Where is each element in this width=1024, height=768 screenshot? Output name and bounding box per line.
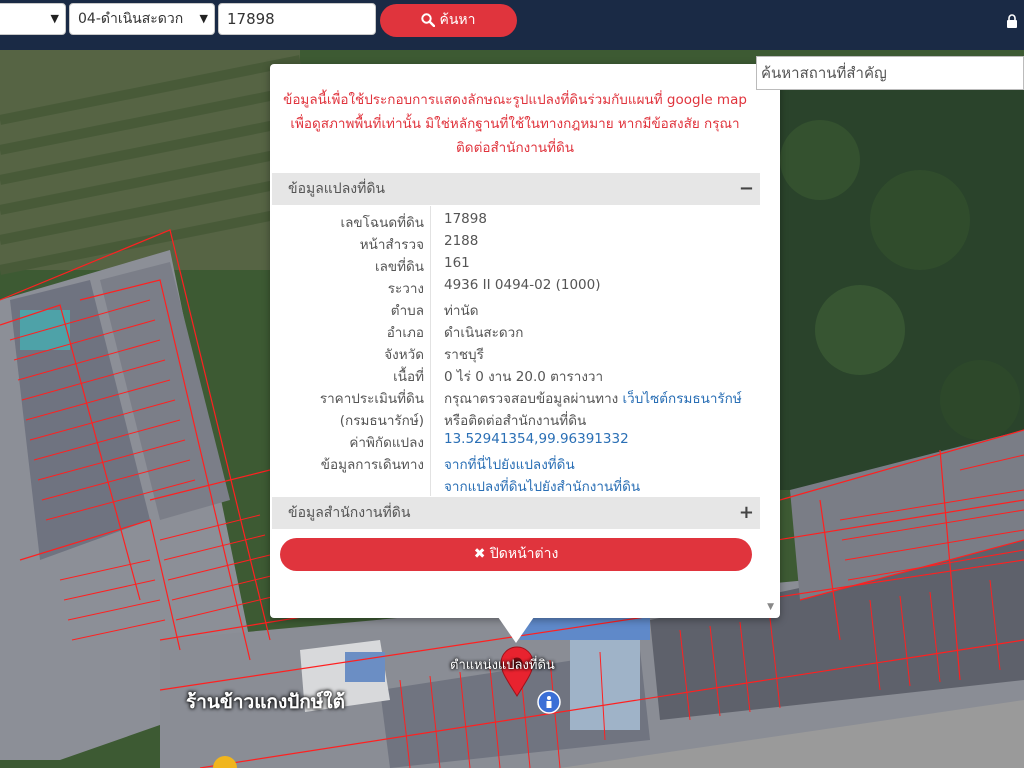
treasury-website-link[interactable]: เว็บไซต์กรมธนารักษ์ bbox=[623, 391, 742, 407]
search-button-label: ค้นหา bbox=[439, 12, 476, 28]
close-button-label: ปิดหน้าต่าง bbox=[489, 546, 559, 562]
info-row: เลขโฉนดที่ดิน 17898 bbox=[272, 208, 760, 231]
coords-row: ค่าพิกัดแปลง 13.52941354,99.96391332 bbox=[272, 428, 760, 451]
office-info-section-header[interactable]: ข้อมูลสำนักงานที่ดิน + bbox=[272, 497, 760, 529]
parcel-info-popup: ข้อมูลนี้เพื่อใช้ประกอบการแสดงลักษณะรูปแ… bbox=[270, 64, 780, 618]
close-icon: ✖ bbox=[473, 546, 490, 562]
search-icon bbox=[421, 13, 436, 28]
popup-pointer bbox=[498, 617, 534, 643]
section-title: ข้อมูลแปลงที่ดิน bbox=[288, 181, 386, 197]
info-row: ระวาง 4936 II 0494-02 (1000) bbox=[272, 274, 760, 297]
top-toolbar: ▼ 04-ดำเนินสะดวก ▼ 17898 ค้นหา bbox=[0, 0, 1024, 50]
notice-line: เพื่อดูสภาพพื้นที่เท่านั้น มิใช่หลักฐานท… bbox=[290, 116, 740, 132]
info-row: หน้าสำรวจ 2188 bbox=[272, 230, 760, 253]
land-info-section-header[interactable]: ข้อมูลแปลงที่ดิน − bbox=[272, 173, 760, 205]
district-select-value: 04-ดำเนินสะดวก bbox=[78, 11, 184, 27]
info-row: เลขที่ดิน 161 bbox=[272, 252, 760, 275]
place-search-input[interactable]: ค้นหาสถานที่สำคัญ bbox=[756, 56, 1024, 90]
collapse-icon[interactable]: − bbox=[739, 173, 754, 205]
close-window-button[interactable]: ✖ ปิดหน้าต่าง bbox=[280, 538, 752, 571]
price-text: กรุณาตรวจสอบข้อมูลผ่านทาง bbox=[444, 391, 623, 407]
price-row: ราคาประเมินที่ดิน กรุณาตรวจสอบข้อมูลผ่าน… bbox=[272, 384, 760, 407]
info-row: ตำบล ท่านัด bbox=[272, 296, 760, 319]
info-row: อำเภอ ดำเนินสะดวก bbox=[272, 318, 760, 341]
travel-row: ข้อมูลการเดินทาง จากที่นี่ไปยังแปลงที่ดิ… bbox=[272, 450, 760, 473]
scroll-down-arrow-icon[interactable]: ▼ bbox=[767, 602, 774, 612]
province-select[interactable]: ▼ bbox=[0, 3, 66, 35]
district-select[interactable]: 04-ดำเนินสะดวก ▼ bbox=[69, 3, 215, 35]
row-value: 4936 II 0494-02 (1000) bbox=[444, 277, 601, 293]
chevron-down-icon: ▼ bbox=[199, 12, 208, 25]
shop-poi-label[interactable]: ร้านข้าวแกงปักษ์ใต้ bbox=[186, 687, 345, 717]
parcel-number-input[interactable]: 17898 bbox=[218, 3, 376, 35]
lock-icon[interactable] bbox=[1006, 14, 1018, 28]
search-button[interactable]: ค้นหา bbox=[380, 4, 517, 37]
directions-to-office-link[interactable]: จากแปลงที่ดินไปยังสำนักงานที่ดิน bbox=[444, 475, 640, 497]
row-value: 17898 bbox=[444, 211, 487, 227]
notice-line: ติดต่อสำนักงานที่ดิน bbox=[456, 140, 574, 156]
info-row: จังหวัด ราชบุรี bbox=[272, 340, 760, 363]
row-value: 2188 bbox=[444, 233, 479, 249]
chevron-down-icon: ▼ bbox=[50, 12, 59, 25]
info-row: เนื้อที่ 0 ไร่ 0 งาน 20.0 ตารางวา bbox=[272, 362, 760, 385]
disclaimer-notice: ข้อมูลนี้เพื่อใช้ประกอบการแสดงลักษณะรูปแ… bbox=[270, 88, 760, 160]
notice-line: ข้อมูลนี้เพื่อใช้ประกอบการแสดงลักษณะรูปแ… bbox=[283, 92, 747, 108]
section-title: ข้อมูลสำนักงานที่ดิน bbox=[288, 505, 411, 521]
pin-label: ตำแหน่งแปลงที่ดิน bbox=[450, 658, 555, 673]
poi-marker-icon[interactable] bbox=[537, 690, 561, 714]
price-row-2: (กรมธนารักษ์) หรือติดต่อสำนักงานที่ดิน bbox=[272, 406, 760, 429]
row-value: 161 bbox=[444, 255, 470, 271]
travel-row-2: จากแปลงที่ดินไปยังสำนักงานที่ดิน bbox=[272, 472, 760, 497]
expand-icon[interactable]: + bbox=[739, 497, 754, 529]
coordinates-link[interactable]: 13.52941354,99.96391332 bbox=[444, 431, 629, 447]
